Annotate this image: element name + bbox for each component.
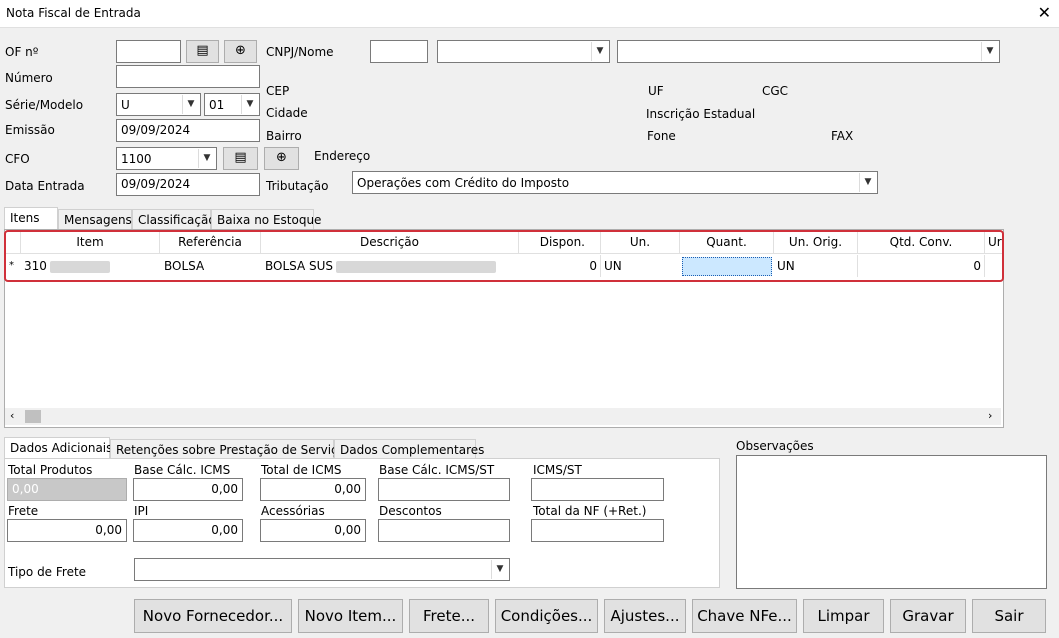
chevron-down-icon: ▼ [182, 95, 199, 114]
novo-item-button[interactable]: Novo Item... [298, 599, 403, 633]
modelo-select[interactable]: 01 ▼ [204, 93, 260, 116]
cep-label: CEP [266, 84, 290, 98]
list-icon: ▤ [196, 43, 209, 58]
modelo-value: 01 [209, 98, 225, 112]
numero-label: Número [5, 71, 53, 85]
frete-button[interactable]: Frete... [409, 599, 489, 633]
of-input[interactable] [116, 40, 181, 63]
chevron-down-icon: ▼ [491, 560, 508, 579]
chevron-down-icon: ▼ [591, 42, 608, 61]
cnpj-label: CNPJ/Nome [266, 45, 334, 59]
numero-input[interactable] [116, 65, 260, 88]
zoom-icon: ⊕ [235, 43, 246, 58]
uf-label: UF [648, 84, 664, 98]
serie-value: U [121, 98, 130, 112]
cfo-list-button[interactable]: ▤ [223, 147, 258, 170]
scroll-left-icon[interactable]: ‹ [10, 409, 14, 422]
cfo-value: 1100 [121, 152, 152, 166]
observacoes-textarea[interactable] [736, 455, 1047, 589]
tab-dados-complementares[interactable]: Dados Complementares [334, 439, 484, 459]
serie-select[interactable]: U ▼ [116, 93, 201, 116]
window-title: Nota Fiscal de Entrada [6, 6, 141, 20]
cnpj-input[interactable] [370, 40, 428, 63]
list-icon: ▤ [234, 150, 247, 165]
endereco-label: Endereço [314, 149, 371, 163]
chevron-down-icon: ▼ [241, 95, 258, 114]
ipi-label: IPI [134, 504, 149, 518]
cidade-label: Cidade [266, 106, 308, 120]
tab-retencoes[interactable]: Retenções sobre Prestação de Serviços [110, 439, 351, 459]
base-icms-label: Base Cálc. ICMS [134, 463, 231, 477]
search-button[interactable]: ⊕ [224, 40, 257, 63]
chevron-down-icon: ▼ [859, 173, 876, 192]
gravar-button[interactable]: Gravar [890, 599, 966, 633]
total-nf-input[interactable] [531, 519, 664, 542]
tab-classificacao[interactable]: Classificação [132, 209, 216, 229]
acessorias-input[interactable]: 0,00 [260, 519, 366, 542]
tributacao-select[interactable]: Operações com Crédito do Imposto ▼ [352, 171, 878, 194]
total-produtos-label: Total Produtos [8, 463, 93, 477]
cfo-select[interactable]: 1100 ▼ [116, 147, 217, 170]
total-produtos-input: 0,00 [7, 478, 127, 501]
cnpj-select[interactable]: ▼ [437, 40, 610, 63]
zoom-icon: ⊕ [276, 150, 287, 165]
tab-mensagens[interactable]: Mensagens [58, 209, 132, 229]
descontos-input[interactable] [378, 519, 510, 542]
emissao-label: Emissão [5, 123, 55, 137]
scrollbar-thumb[interactable] [25, 410, 41, 423]
serie-label: Série/Modelo [5, 98, 84, 112]
emissao-input[interactable]: 09/09/2024 [116, 119, 260, 142]
close-icon[interactable]: ✕ [1038, 3, 1051, 22]
icms-st-input[interactable] [531, 478, 664, 501]
horizontal-scrollbar[interactable]: ‹ › [5, 408, 1001, 425]
scroll-right-icon[interactable]: › [988, 409, 992, 422]
list-button[interactable]: ▤ [186, 40, 219, 63]
sair-button[interactable]: Sair [972, 599, 1046, 633]
items-grid[interactable]: Item Referência Descrição Dispon. Un. Qu… [4, 229, 1004, 428]
total-icms-input[interactable]: 0,00 [260, 478, 366, 501]
limpar-button[interactable]: Limpar [803, 599, 884, 633]
chevron-down-icon: ▼ [198, 149, 215, 168]
icms-st-label: ICMS/ST [533, 463, 582, 477]
frete-label: Frete [8, 504, 39, 518]
title-bar: Nota Fiscal de Entrada ✕ [0, 0, 1059, 28]
total-nf-label: Total da NF (+Ret.) [533, 504, 647, 518]
base-icms-st-label: Base Cálc. ICMS/ST [379, 463, 495, 477]
nome-select[interactable]: ▼ [617, 40, 1000, 63]
tab-baixa-estoque[interactable]: Baixa no Estoque [211, 209, 321, 229]
tributacao-label: Tributação [266, 179, 329, 193]
cfo-search-button[interactable]: ⊕ [264, 147, 299, 170]
inscricao-label: Inscrição Estadual [646, 107, 756, 121]
base-icms-st-input[interactable] [378, 478, 510, 501]
fone-label: Fone [647, 129, 676, 143]
of-label: OF nº [5, 45, 39, 59]
tab-dados-adicionais[interactable]: Dados Adicionais [4, 437, 112, 459]
fax-label: FAX [831, 129, 854, 143]
ajustes-button[interactable]: Ajustes... [604, 599, 686, 633]
highlight-box [4, 230, 1004, 282]
tipo-frete-label: Tipo de Frete [8, 565, 87, 579]
data-entrada-label: Data Entrada [5, 179, 85, 193]
data-entrada-input[interactable]: 09/09/2024 [116, 173, 260, 196]
bairro-label: Bairro [266, 129, 302, 143]
cfo-label: CFO [5, 152, 30, 166]
tributacao-value: Operações com Crédito do Imposto [357, 176, 570, 190]
condicoes-button[interactable]: Condições... [495, 599, 598, 633]
chevron-down-icon: ▼ [981, 42, 998, 61]
total-icms-label: Total de ICMS [261, 463, 342, 477]
tab-itens[interactable]: Itens [4, 207, 58, 229]
cgc-label: CGC [762, 84, 789, 98]
frete-input[interactable]: 0,00 [7, 519, 127, 542]
ipi-input[interactable]: 0,00 [133, 519, 243, 542]
novo-fornecedor-button[interactable]: Novo Fornecedor... [134, 599, 292, 633]
descontos-label: Descontos [379, 504, 442, 518]
base-icms-input[interactable]: 0,00 [133, 478, 243, 501]
observacoes-label: Observações [736, 439, 814, 453]
chave-nfe-button[interactable]: Chave NFe... [692, 599, 797, 633]
acessorias-label: Acessórias [261, 504, 325, 518]
tipo-frete-select[interactable]: ▼ [134, 558, 510, 581]
